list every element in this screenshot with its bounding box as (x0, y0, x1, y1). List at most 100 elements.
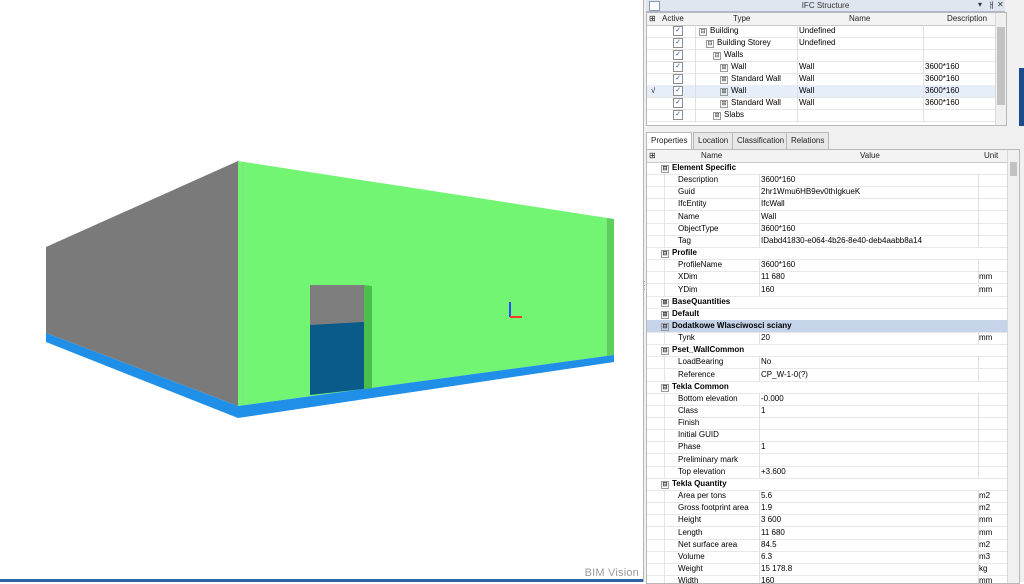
category-expander-icon[interactable]: ⊟ (661, 383, 669, 392)
property-value: 3600*160 (761, 223, 796, 233)
tab-location[interactable]: Location (693, 132, 734, 149)
ifc-structure-title: IFC Structure (801, 1, 850, 10)
property-category[interactable]: ⊞ BaseQuantities (647, 296, 1007, 309)
tree-scroll-thumb[interactable] (997, 27, 1005, 105)
properties-grid[interactable]: ⊞ Name Value Unit ⊟ Element Specific Descr… (646, 149, 1020, 584)
property-category[interactable]: ⊟ Dodatkowe Wlasciwosci sciany (647, 319, 1007, 333)
property-row[interactable]: Preliminary mark (647, 453, 1007, 467)
active-checkbox[interactable]: ✓ (673, 38, 683, 48)
column-active[interactable]: Active (662, 14, 684, 23)
property-row[interactable]: Phase 1 (647, 441, 1007, 455)
property-unit: mm (979, 333, 993, 343)
tree-expander-icon[interactable]: ⊞ (713, 112, 721, 120)
property-row[interactable]: Reference CP_W-1-0(?) (647, 368, 1007, 382)
tree-expander-icon[interactable]: ⊞ (720, 64, 728, 72)
property-value: +3.600 (761, 466, 786, 476)
property-unit: mm (979, 284, 993, 294)
property-category[interactable]: ⊟ Tekla Common (647, 381, 1007, 394)
category-expander-icon[interactable]: ⊞ (661, 298, 669, 307)
category-expander-icon[interactable]: ⊟ (661, 347, 669, 356)
property-row[interactable]: Height 3 600 mm (647, 514, 1007, 528)
tab-relations[interactable]: Relations (786, 132, 830, 149)
property-row[interactable]: ProfileName 3600*160 (647, 259, 1007, 273)
properties-scroll-thumb[interactable] (1010, 162, 1017, 176)
tree-scrollbar[interactable] (995, 13, 1006, 125)
category-expander-icon[interactable]: ⊞ (661, 310, 669, 319)
grid-options-icon[interactable]: ⊞ (649, 151, 656, 160)
tab-classification[interactable]: Classification (732, 132, 790, 149)
tree-expander-icon[interactable]: ⊞ (720, 100, 728, 108)
close-icon[interactable]: ✕ (997, 0, 1004, 9)
property-category[interactable]: ⊞ Default (647, 308, 1007, 321)
property-row[interactable]: LoadBearing No (647, 356, 1007, 370)
category-expander-icon[interactable]: ⊟ (661, 322, 669, 331)
tree-name: Undefined (799, 38, 836, 47)
property-category[interactable]: ⊟ Tekla Quantity (647, 478, 1007, 491)
property-row[interactable]: YDim 160 mm (647, 283, 1007, 297)
property-category[interactable]: ⊟ Element Specific (647, 162, 1007, 175)
pin-icon[interactable]: ㅐ (988, 0, 995, 11)
category-expander-icon[interactable]: ⊟ (661, 480, 669, 489)
property-row[interactable]: Tag IDabd41830-e064-4b26-8e40-deb4aabb8a1… (647, 234, 1007, 248)
property-row[interactable]: Class 1 (647, 405, 1007, 418)
property-tabs: Properties Location Classification Relat… (646, 132, 1018, 150)
column-type[interactable]: Type (733, 14, 750, 23)
property-row[interactable]: Initial GUID (647, 429, 1007, 443)
properties-scrollbar[interactable] (1007, 150, 1019, 583)
tree-expander-icon[interactable]: ⊟ (699, 28, 707, 36)
side-wall[interactable] (46, 161, 238, 406)
column-name[interactable]: Name (849, 14, 870, 23)
column-description[interactable]: Description (947, 14, 987, 23)
tree-expander-icon[interactable]: ⊞ (720, 88, 728, 96)
property-row[interactable]: Bottom elevation -0.000 (647, 392, 1007, 406)
property-row[interactable]: Area per tons 5.6 m2 (647, 490, 1007, 504)
column-unit[interactable]: Unit (984, 151, 998, 160)
property-row[interactable]: Weight 15 178.8 kg (647, 562, 1007, 576)
property-row[interactable]: Net surface area 84.5 m2 (647, 538, 1007, 552)
property-name: XDim (678, 272, 698, 282)
property-name: Initial GUID (678, 430, 719, 440)
tree-expander-icon[interactable]: ⊞ (720, 76, 728, 84)
property-row[interactable]: Description 3600*160 (647, 174, 1007, 188)
tree-expander-icon[interactable]: ⊟ (706, 40, 714, 48)
column-name[interactable]: Name (701, 151, 722, 160)
property-name: ObjectType (678, 223, 719, 233)
active-checkbox[interactable]: ✓ (673, 98, 683, 108)
3d-viewport[interactable]: BIM Vision (0, 0, 643, 582)
property-row[interactable]: Guid 2hr1Wmu6HB9ev0thIgkueK (647, 186, 1007, 200)
property-row[interactable]: Volume 6.3 m3 (647, 550, 1007, 564)
property-unit: m3 (979, 551, 991, 561)
property-row[interactable]: IfcEntity IfcWall (647, 198, 1007, 212)
property-category[interactable]: ⊟ Pset_WallCommon (647, 344, 1007, 358)
property-row[interactable]: Length 11 680 mm (647, 526, 1007, 540)
column-value[interactable]: Value (860, 151, 880, 160)
active-checkbox[interactable]: ✓ (673, 26, 683, 36)
property-value: 6.3 (761, 551, 773, 561)
active-checkbox[interactable]: ✓ (673, 62, 683, 72)
active-checkbox[interactable]: ✓ (673, 74, 683, 84)
property-row[interactable]: XDim 11 680 mm (647, 271, 1007, 285)
tree-expander-icon[interactable]: ⊟ (713, 52, 721, 60)
property-row[interactable]: Finish (647, 417, 1007, 431)
building-model[interactable] (0, 0, 643, 582)
property-row[interactable]: Gross footprint area 1.9 m2 (647, 502, 1007, 516)
property-value: 3600*160 (761, 175, 796, 185)
property-row[interactable]: ObjectType 3600*160 (647, 222, 1007, 236)
active-checkbox[interactable]: ✓ (673, 110, 683, 120)
active-checkbox[interactable]: ✓ (673, 50, 683, 60)
property-value: 84.5 (761, 539, 777, 549)
property-row[interactable]: Top elevation +3.600 (647, 465, 1007, 479)
property-row[interactable]: Tynk 20 mm (647, 332, 1007, 346)
ifc-structure-tree[interactable]: ⊞ Active Type Name Description ✓ ⊟ Buildin… (646, 12, 1007, 126)
tab-properties[interactable]: Properties (646, 132, 693, 150)
active-checkbox[interactable]: ✓ (673, 86, 683, 96)
property-category[interactable]: ⊟ Profile (647, 247, 1007, 261)
property-name: IfcEntity (678, 199, 707, 209)
category-expander-icon[interactable]: ⊟ (661, 250, 669, 259)
category-expander-icon[interactable]: ⊟ (661, 165, 669, 173)
grid-options-icon[interactable]: ⊞ (649, 14, 656, 23)
property-row[interactable]: Name Wall (647, 210, 1007, 224)
dropdown-icon[interactable]: ▾ (978, 0, 982, 9)
tree-row[interactable]: ✓ ⊞ Slabs (647, 109, 1006, 122)
property-row[interactable]: Width 160 mm (647, 575, 1007, 583)
